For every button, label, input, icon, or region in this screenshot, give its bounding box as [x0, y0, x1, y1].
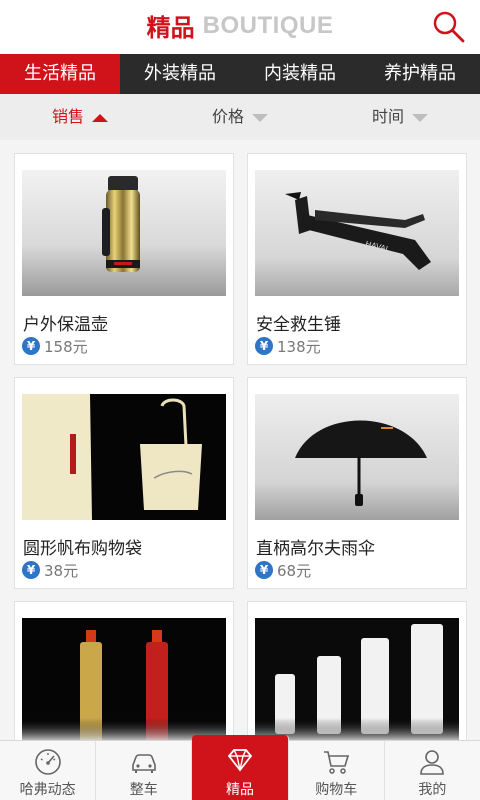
nav-label: 哈弗动态 — [19, 782, 76, 798]
product-card[interactable] — [247, 601, 467, 740]
search-button[interactable] — [430, 8, 468, 46]
category-tabs: 生活精品 外装精品 内装精品 养护精品 — [0, 54, 480, 94]
sort-up-arrow-icon — [92, 113, 108, 122]
search-icon — [433, 11, 465, 43]
product-name: 户外保温壶 — [23, 315, 108, 335]
product-price: 138元 — [277, 337, 321, 356]
car-icon — [131, 754, 156, 773]
product-price: 38元 — [44, 561, 79, 580]
product-grid: 户外保温壶 ¥ 158元 HAVAL 安全救生锤 ¥ 138元 圆形帆布购物袋 … — [0, 140, 480, 740]
user-icon — [420, 750, 445, 775]
product-price: 158元 — [44, 337, 88, 356]
sort-by-price[interactable]: 价格 — [160, 94, 320, 140]
product-card[interactable]: 直柄高尔夫雨伞 ¥ 68元 — [247, 377, 467, 589]
diamond-icon — [227, 749, 253, 772]
sort-by-time-label: 时间 — [371, 107, 404, 126]
sort-by-time[interactable]: 时间 — [320, 94, 480, 140]
bottom-navigation: 哈弗动态 整车 精品 购物车 我的 — [0, 735, 480, 800]
tab-interior[interactable]: 内装精品 — [240, 54, 360, 94]
product-price-row: ¥ 68元 — [255, 560, 311, 580]
tab-exterior[interactable]: 外装精品 — [120, 54, 240, 94]
nav-label: 整车 — [129, 782, 158, 798]
product-price: 68元 — [277, 561, 312, 580]
sort-bar: 销售 价格 时间 — [0, 94, 480, 140]
product-price-row: ¥ 158元 — [22, 336, 88, 356]
sport-bottles-image — [22, 618, 226, 740]
sort-by-sales[interactable]: 销售 — [0, 94, 160, 140]
product-card[interactable]: 户外保温壶 ¥ 158元 — [14, 153, 234, 365]
nav-mine[interactable]: 我的 — [385, 741, 480, 800]
page-title: 精品 BOUTIQUE — [0, 8, 480, 43]
sort-by-sales-label: 销售 — [51, 107, 84, 126]
nav-vehicles[interactable]: 整车 — [96, 741, 193, 800]
nav-label: 购物车 — [315, 782, 358, 798]
product-card[interactable]: HAVAL 安全救生锤 ¥ 138元 — [247, 153, 467, 365]
golf-umbrella-image — [255, 394, 459, 520]
product-name: 安全救生锤 — [256, 315, 341, 335]
header: 精品 BOUTIQUE — [0, 0, 480, 54]
nav-haval-news[interactable]: 哈弗动态 — [0, 741, 97, 800]
sort-down-arrow-icon — [412, 113, 428, 122]
page-title-cn: 精品 — [146, 14, 195, 42]
sort-by-price-label: 价格 — [211, 107, 244, 126]
dashboard-icon — [34, 749, 61, 775]
thermos-image — [22, 170, 226, 296]
product-card[interactable]: 圆形帆布购物袋 ¥ 38元 — [14, 377, 234, 589]
sort-down-arrow-icon — [252, 113, 268, 122]
yen-icon: ¥ — [22, 561, 40, 579]
nav-label: 我的 — [418, 782, 447, 798]
product-price-row: ¥ 138元 — [255, 336, 321, 356]
cart-icon — [324, 751, 350, 774]
page-title-en: BOUTIQUE — [202, 11, 334, 39]
nav-boutique[interactable]: 精品 — [192, 735, 289, 800]
nav-label: 精品 — [226, 782, 254, 798]
product-card[interactable] — [14, 601, 234, 740]
white-bottles-image — [255, 618, 459, 740]
canvas-bag-image — [22, 394, 226, 520]
product-price-row: ¥ 38元 — [22, 560, 78, 580]
tab-maintenance[interactable]: 养护精品 — [360, 54, 480, 94]
product-name: 圆形帆布购物袋 — [23, 539, 142, 559]
rescue-hammer-image: HAVAL — [255, 170, 459, 296]
yen-icon: ¥ — [255, 561, 273, 579]
nav-cart[interactable]: 购物车 — [289, 741, 385, 800]
tab-life[interactable]: 生活精品 — [0, 54, 120, 94]
product-name: 直柄高尔夫雨伞 — [256, 539, 375, 559]
yen-icon: ¥ — [22, 337, 40, 355]
yen-icon: ¥ — [255, 337, 273, 355]
